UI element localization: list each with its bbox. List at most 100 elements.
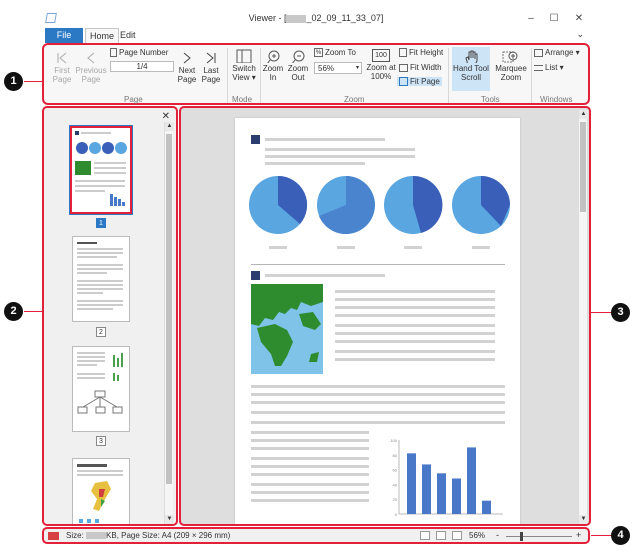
switch-view-label-1: Switch	[232, 64, 256, 73]
callout-1: 1	[4, 72, 23, 91]
text-line	[251, 447, 369, 450]
ribbon: First Page Previous Page Page Number 1/4 N…	[42, 43, 590, 105]
status-size-prefix: Size:	[66, 531, 87, 540]
section-divider	[251, 264, 505, 265]
tab-edit[interactable]: Edit	[116, 28, 140, 43]
callout-leader-line	[24, 311, 42, 312]
maximize-button[interactable]: ☐	[547, 12, 561, 26]
scrollbar-thumb[interactable]	[580, 122, 586, 212]
chart-axis-tick-label: 20	[393, 497, 398, 502]
zoom-in-label-1: Zoom	[262, 64, 284, 73]
page-number-input[interactable]: 1/4	[110, 61, 174, 72]
callout-2: 2	[4, 302, 23, 321]
text-line	[335, 298, 495, 301]
scroll-down-icon[interactable]: ▼	[579, 515, 588, 524]
zoom-out-minus-button[interactable]: -	[496, 530, 499, 540]
continuous-view-icon[interactable]	[436, 531, 446, 540]
chart-axis-tick-label: 60	[393, 468, 398, 473]
fit-width-label: Fit Width	[410, 63, 442, 72]
zoom-in-button[interactable]: Zoom In	[262, 49, 284, 82]
next-page-button[interactable]: Next Page	[176, 51, 198, 84]
page-number-text: Page Number	[119, 48, 169, 57]
ribbon-separator	[260, 48, 261, 103]
document-scrollbar[interactable]: ▲ ▼	[578, 110, 588, 524]
windows-group-label: Windows	[540, 95, 573, 104]
switch-view-button[interactable]: Switch View ▾	[230, 49, 258, 82]
scrollbar-thumb[interactable]	[166, 134, 172, 484]
heading-text-block	[265, 138, 385, 141]
page-group-label: Page	[124, 95, 143, 104]
text-line	[265, 155, 415, 158]
status-bar: Size: KB, Page Size: A4 (209 × 296 mm) 5…	[42, 527, 590, 544]
marquee-zoom-button[interactable]: Marquee Zoom	[494, 49, 528, 82]
chevron-down-icon: ▾	[355, 65, 359, 71]
chart-bar	[452, 478, 461, 514]
fit-width-button[interactable]: Fit Width	[399, 63, 442, 72]
heading-marker	[251, 135, 260, 144]
chart-bar	[407, 453, 416, 514]
scroll-up-icon[interactable]: ▲	[165, 122, 174, 131]
thumbnail-page-4[interactable]	[72, 458, 130, 524]
thumbnail-page-1[interactable]	[69, 125, 133, 215]
tab-file[interactable]: File	[45, 28, 83, 43]
last-page-label-1: Last	[203, 66, 219, 75]
zoom-at-100-button[interactable]: 100 Zoom at 100%	[364, 49, 398, 81]
scroll-up-icon[interactable]: ▲	[579, 110, 588, 119]
tools-group-label: Tools	[481, 95, 500, 104]
chart-bar	[437, 473, 446, 514]
list-button[interactable]: List ▾	[534, 63, 564, 72]
zoom-slider-thumb[interactable]	[520, 532, 523, 541]
text-line	[335, 340, 495, 343]
pie-charts	[249, 175, 510, 249]
list-icon	[534, 64, 543, 71]
minimize-button[interactable]: –	[524, 12, 538, 26]
thumbnail-page-number: 1	[96, 218, 106, 228]
two-page-view-icon[interactable]	[452, 531, 462, 540]
arrange-button[interactable]: Arrange ▾	[534, 48, 580, 57]
marquee-zoom-icon	[502, 51, 518, 63]
fit-page-button[interactable]: Fit Page	[397, 77, 442, 87]
arrange-icon	[534, 48, 543, 57]
hand-icon	[465, 50, 478, 63]
scroll-down-icon[interactable]: ▼	[165, 515, 174, 524]
chart-bar	[482, 500, 491, 514]
list-label: List ▾	[545, 63, 564, 72]
close-panel-icon[interactable]: ✕	[162, 111, 170, 122]
previous-page-icon	[87, 52, 95, 64]
close-window-button[interactable]: ✕	[572, 12, 586, 26]
text-line	[251, 465, 369, 468]
text-line	[251, 457, 369, 460]
previous-page-button[interactable]: Previous Page	[74, 51, 108, 84]
zoom-in-plus-button[interactable]: +	[576, 530, 581, 540]
thumbnail-page-3[interactable]	[72, 346, 130, 432]
hand-tool-label-2: Scroll	[460, 73, 481, 82]
zoom-out-label-1: Zoom	[287, 64, 309, 73]
zoom-slider-track[interactable]	[506, 536, 572, 537]
text-line	[265, 162, 365, 165]
text-line	[251, 491, 369, 494]
first-page-button[interactable]: First Page	[49, 51, 75, 84]
zoom-level-select[interactable]: 56% ▾	[314, 62, 362, 74]
page-number-icon	[110, 48, 117, 58]
tab-home[interactable]: Home	[85, 28, 120, 43]
callout-leader-line	[591, 535, 613, 536]
text-line	[251, 401, 505, 404]
previous-page-label-1: Previous	[75, 66, 107, 75]
document-bar-chart: 100 80 60 40 20 0	[390, 438, 503, 517]
marquee-zoom-label-2: Zoom	[500, 73, 522, 82]
hand-tool-button[interactable]: Hand Tool Scroll	[452, 47, 490, 91]
document-view[interactable]: ▲ ▼ 100 80 60 40 20 0	[179, 106, 591, 526]
text-line	[251, 431, 369, 434]
next-page-label-1: Next	[178, 66, 196, 75]
zoom-out-button[interactable]: Zoom Out	[286, 49, 310, 82]
menu-tabs: File Home Edit ⌄	[42, 28, 590, 43]
collapse-ribbon-icon[interactable]: ⌄	[576, 29, 584, 40]
single-page-view-icon[interactable]	[420, 531, 430, 540]
last-page-label-2: Page	[201, 75, 221, 84]
last-page-button[interactable]: Last Page	[200, 51, 222, 84]
chart-axis-tick-label: 0	[395, 512, 398, 517]
text-line	[251, 411, 505, 414]
fit-height-button[interactable]: Fit Height	[399, 48, 443, 58]
thumbnail-page-2[interactable]	[72, 236, 130, 322]
thumbnail-scrollbar[interactable]: ▲ ▼	[164, 122, 174, 524]
